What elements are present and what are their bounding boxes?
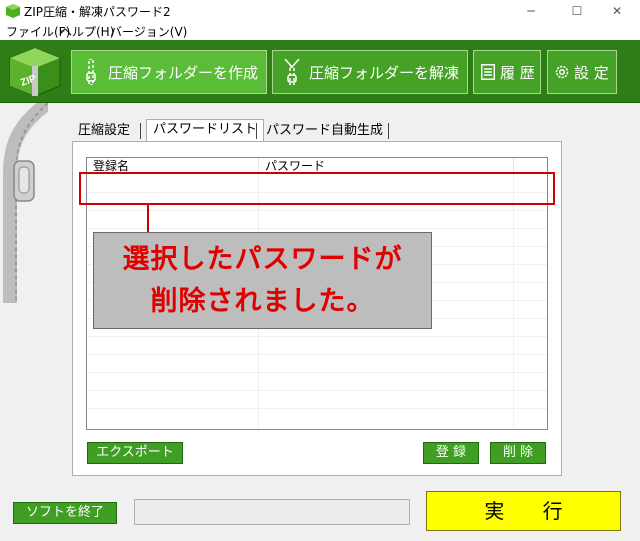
tab-separator [140,123,141,139]
callout-message: 選択したパスワードが 削除されました。 [93,232,432,329]
extract-archive-label: 圧縮フォルダーを解凍 [309,63,460,82]
register-button[interactable]: 登 録 [423,442,479,464]
menu-help[interactable]: ヘルプ(H) [60,23,114,40]
quit-button[interactable]: ソフトを終了 [13,502,117,524]
export-button[interactable]: エクスポート [87,442,183,464]
app-icon [6,4,20,18]
zip-logo-icon: ZIP [9,47,61,97]
settings-button[interactable]: 設 定 [547,50,617,94]
tab-password-list[interactable]: パスワードリスト [146,119,265,141]
delete-button[interactable]: 削 除 [490,442,546,464]
grid-line [87,354,547,355]
zip-icon [80,59,102,85]
callout-line-1: 選択したパスワードが [122,244,403,275]
execute-button[interactable]: 実 行 [426,491,621,531]
grid-line [87,408,547,409]
history-label: 履 歴 [500,63,535,82]
zipper-decoration-icon [3,103,48,303]
grid-line [87,210,547,211]
window-title: ZIP圧縮・解凍パスワード2 [24,5,171,19]
highlight-box [79,172,555,205]
create-archive-label: 圧縮フォルダーを作成 [108,63,259,82]
tab-compression-settings[interactable]: 圧縮設定 [72,121,136,141]
callout-connector [147,205,149,233]
unzip-icon [281,59,303,85]
status-field [134,499,410,525]
grid-line [87,390,547,391]
toolbar: ZIP 圧縮フォルダーを作成 圧縮フォルダーを解凍 履 歴 設 定 [0,40,640,103]
grid-line [87,228,547,229]
tab-separator [256,123,257,139]
grid-line [87,336,547,337]
callout-line-2: 削除されました。 [150,286,375,317]
list-icon [480,59,496,85]
tab-password-generator[interactable]: パスワード自動生成 [260,121,389,141]
title-bar: ZIP圧縮・解凍パスワード2 ─ ☐ ✕ [0,0,640,22]
gear-icon [554,59,570,85]
create-archive-button[interactable]: 圧縮フォルダーを作成 [71,50,267,94]
menu-bar: ファイル(F) ヘルプ(H) バージョン(V) [0,22,640,40]
extract-archive-button[interactable]: 圧縮フォルダーを解凍 [272,50,468,94]
settings-label: 設 定 [574,63,609,82]
history-button[interactable]: 履 歴 [473,50,541,94]
menu-version[interactable]: バージョン(V) [110,23,187,40]
close-button[interactable]: ✕ [594,0,640,22]
tab-separator [388,123,389,139]
grid-line [87,372,547,373]
minimize-button[interactable]: ─ [508,0,554,22]
